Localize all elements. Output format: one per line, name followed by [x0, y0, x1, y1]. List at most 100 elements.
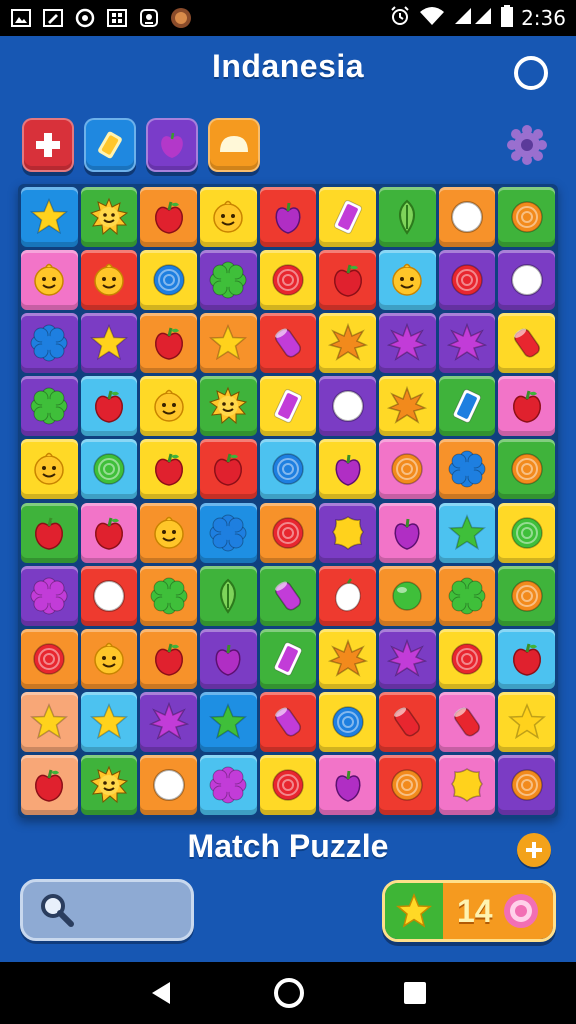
tile-apple[interactable] — [80, 376, 138, 437]
tile-swirl[interactable] — [259, 754, 317, 815]
tile-coin[interactable] — [319, 376, 376, 437]
tile-swirl[interactable] — [259, 250, 317, 311]
tile-swirl[interactable] — [379, 439, 436, 500]
tile-plum[interactable] — [200, 628, 257, 689]
tile-apple[interactable] — [140, 628, 197, 689]
tile-starburst[interactable] — [379, 628, 436, 689]
tile-swirl[interactable] — [498, 187, 555, 248]
tile-flower[interactable] — [21, 376, 78, 437]
tile-starburst[interactable] — [379, 376, 436, 437]
tile-card[interactable] — [259, 628, 317, 689]
tile-swirl[interactable] — [319, 691, 376, 752]
tile-starburst[interactable] — [319, 313, 376, 374]
tile-sun[interactable] — [80, 754, 138, 815]
tile-flower[interactable] — [21, 565, 78, 626]
tile-star[interactable] — [498, 691, 555, 752]
tile-swirl[interactable] — [498, 502, 555, 563]
tile-star[interactable] — [80, 313, 138, 374]
tile-apple[interactable] — [498, 628, 555, 689]
tile-coin[interactable] — [438, 187, 496, 248]
tile-face[interactable] — [21, 250, 78, 311]
tile-face[interactable] — [379, 250, 436, 311]
tile-swirl[interactable] — [259, 502, 317, 563]
menu-circle-button[interactable] — [514, 56, 548, 90]
tile-card[interactable] — [438, 376, 496, 437]
tile-lemon[interactable] — [319, 565, 376, 626]
tile-starburst[interactable] — [319, 628, 376, 689]
tile-candy[interactable] — [379, 691, 436, 752]
tile-swirl[interactable] — [438, 250, 496, 311]
tile-sun[interactable] — [200, 376, 257, 437]
plus-powerup-button[interactable] — [22, 118, 74, 172]
home-icon[interactable] — [272, 976, 306, 1010]
tile-swirl[interactable] — [498, 754, 555, 815]
tile-star[interactable] — [21, 187, 78, 248]
tile-plum[interactable] — [319, 439, 376, 500]
search-bar[interactable] — [20, 879, 194, 941]
settings-gear-icon[interactable] — [506, 124, 548, 166]
tile-candy[interactable] — [259, 313, 317, 374]
tile-apple[interactable] — [200, 439, 257, 500]
tile-card[interactable] — [259, 376, 317, 437]
tile-apple[interactable] — [140, 313, 197, 374]
tile-flower[interactable] — [140, 565, 197, 626]
tile-swirl[interactable] — [21, 628, 78, 689]
tile-swirl[interactable] — [498, 565, 555, 626]
tile-face[interactable] — [140, 376, 197, 437]
recents-icon[interactable] — [402, 980, 428, 1006]
tile-face[interactable] — [21, 439, 78, 500]
tile-star[interactable] — [200, 313, 257, 374]
tile-coin[interactable] — [80, 565, 138, 626]
tile-coin[interactable] — [498, 250, 555, 311]
tile-sun[interactable] — [80, 187, 138, 248]
tile-flower[interactable] — [21, 313, 78, 374]
tile-swirl[interactable] — [438, 628, 496, 689]
tile-star[interactable] — [21, 691, 78, 752]
tile-candy[interactable] — [438, 691, 496, 752]
plum-powerup-button[interactable] — [146, 118, 198, 172]
tile-apple[interactable] — [21, 754, 78, 815]
tile-candy[interactable] — [498, 313, 555, 374]
tile-coin[interactable] — [140, 754, 197, 815]
tile-face[interactable] — [80, 628, 138, 689]
tile-plum[interactable] — [379, 502, 436, 563]
tile-face[interactable] — [200, 187, 257, 248]
tile-candy[interactable] — [259, 565, 317, 626]
tile-swirl[interactable] — [259, 439, 317, 500]
back-icon[interactable] — [148, 979, 176, 1007]
tile-swirl[interactable] — [80, 439, 138, 500]
dome-powerup-button[interactable] — [208, 118, 260, 172]
tile-apple[interactable] — [21, 502, 78, 563]
tile-flower[interactable] — [200, 250, 257, 311]
tile-flower[interactable] — [200, 502, 257, 563]
tile-apple[interactable] — [498, 376, 555, 437]
tile-face[interactable] — [80, 250, 138, 311]
tile-starburst[interactable] — [140, 691, 197, 752]
tile-starburst[interactable] — [379, 313, 436, 374]
tile-star[interactable] — [80, 691, 138, 752]
tile-blob[interactable] — [438, 754, 496, 815]
tile-apple[interactable] — [319, 250, 376, 311]
tile-plum[interactable] — [319, 754, 376, 815]
tile-leaf[interactable] — [200, 565, 257, 626]
tile-flower[interactable] — [438, 439, 496, 500]
tile-star[interactable] — [438, 502, 496, 563]
tile-blob[interactable] — [319, 502, 376, 563]
tile-ball[interactable] — [379, 565, 436, 626]
tile-flower[interactable] — [438, 565, 496, 626]
tile-swirl[interactable] — [498, 439, 555, 500]
tile-star[interactable] — [200, 691, 257, 752]
card-powerup-button[interactable] — [84, 118, 136, 172]
tile-card[interactable] — [319, 187, 376, 248]
tile-candy[interactable] — [259, 691, 317, 752]
tile-apple[interactable] — [140, 187, 197, 248]
tile-swirl[interactable] — [379, 754, 436, 815]
tile-face[interactable] — [140, 502, 197, 563]
tile-apple[interactable] — [140, 439, 197, 500]
tile-starburst[interactable] — [438, 313, 496, 374]
tile-swirl[interactable] — [140, 250, 197, 311]
tile-leaf[interactable] — [379, 187, 436, 248]
tile-flower[interactable] — [200, 754, 257, 815]
tile-apple[interactable] — [80, 502, 138, 563]
add-button[interactable] — [517, 833, 551, 867]
